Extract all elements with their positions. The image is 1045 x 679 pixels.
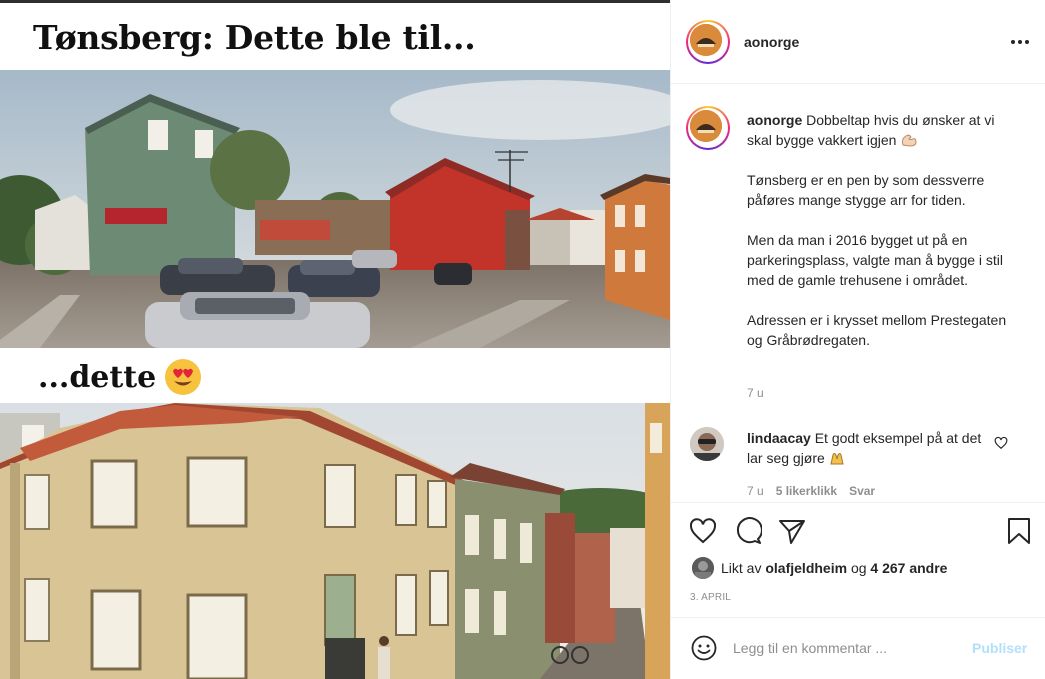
flexed-biceps-emoji-icon	[902, 134, 917, 147]
add-comment-bar: Publiser	[671, 617, 1045, 679]
image-caption-mid: ...dette	[38, 358, 202, 396]
share-paper-plane-icon[interactable]	[778, 517, 806, 545]
likes-conj: og	[850, 560, 867, 576]
comment-bubble-icon[interactable]	[734, 517, 762, 545]
raising-hands-emoji-icon	[830, 453, 844, 465]
more-dot	[1018, 40, 1022, 44]
comment-like-heart-icon[interactable]	[994, 436, 1008, 450]
caption-paragraph-2: Tønsberg er en pen by som dessverre påfø…	[747, 172, 985, 208]
publish-comment-button[interactable]: Publiser	[972, 640, 1027, 656]
caption-timestamp[interactable]: 7 u	[747, 386, 764, 400]
comment-reply-button[interactable]: Svar	[849, 484, 875, 498]
likes-avatar[interactable]	[692, 557, 714, 579]
save-bookmark-icon[interactable]	[1005, 517, 1033, 545]
aonorge-logo-icon	[690, 24, 722, 56]
likes-prefix: Likt av	[721, 560, 762, 576]
aonorge-logo-icon	[690, 110, 722, 142]
post-sidebar: aonorge aonorge Dobbeltap hvis du ønsker…	[670, 0, 1045, 679]
emoji-smiley-icon[interactable]	[691, 635, 717, 661]
image-caption-top: Tønsberg: Dette ble til...	[33, 18, 476, 57]
header-avatar[interactable]	[686, 20, 730, 64]
comment-likes-count[interactable]: 5 likerklikk	[776, 484, 837, 498]
after-photo	[0, 403, 670, 679]
post-media[interactable]: Tønsberg: Dette ble til... ...dette	[0, 0, 670, 679]
caption-paragraph-3: Men da man i 2016 bygget ut på en parker…	[747, 232, 1004, 288]
likes-summary: Likt av olafjeldheim og 4 267 andre	[721, 560, 947, 576]
more-options-icon[interactable]	[1008, 32, 1032, 52]
header-username[interactable]: aonorge	[744, 34, 799, 50]
comment-meta: 7 u 5 likerklikk Svar	[747, 484, 875, 498]
media-top-edge	[0, 0, 670, 3]
like-heart-icon[interactable]	[689, 517, 717, 545]
caption-paragraph-1: aonorge Dobbeltap hvis du ønsker at vi s…	[747, 110, 1023, 150]
likes-others[interactable]: 4 267 andre	[870, 560, 947, 576]
heart-eyes-emoji-icon	[165, 359, 202, 395]
more-dot	[1025, 40, 1029, 44]
comments-area[interactable]: aonorge Dobbeltap hvis du ønsker at vi s…	[671, 85, 1045, 501]
comment-timestamp[interactable]: 7 u	[747, 484, 764, 498]
post-date[interactable]: 3. APRIL	[690, 592, 731, 603]
comment-body: lindaacay Et godt eksempel på at det lar…	[747, 428, 987, 468]
likes-username[interactable]: olafjeldheim	[765, 560, 847, 576]
caption-paragraph-4: Adressen er i krysset mellom Prestegaten…	[747, 312, 1007, 348]
post-actions: Likt av olafjeldheim og 4 267 andre 3. A…	[671, 502, 1045, 622]
more-dot	[1011, 40, 1015, 44]
post-header: aonorge	[671, 0, 1045, 84]
before-photo	[0, 70, 670, 348]
caption-avatar[interactable]	[686, 106, 730, 150]
comment-username[interactable]: lindaacay	[747, 430, 811, 446]
caption-username[interactable]: aonorge	[747, 112, 802, 128]
comment-input[interactable]	[733, 637, 963, 659]
comment-avatar[interactable]	[690, 427, 724, 461]
post-caption: aonorge Dobbeltap hvis du ønsker at vi s…	[747, 110, 1023, 350]
image-caption-mid-text: ...dette	[38, 359, 157, 395]
